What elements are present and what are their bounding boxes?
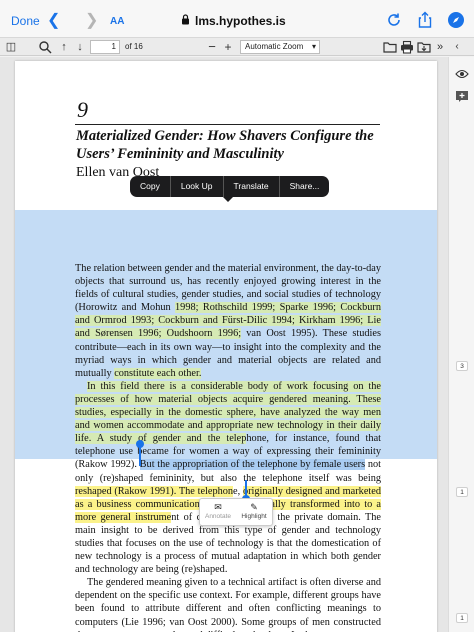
chapter-rule — [75, 124, 380, 125]
collapse-sidebar-icon[interactable]: ‹ — [450, 40, 464, 54]
selected-text[interactable]: But the appropriation of the telephone b… — [139, 459, 366, 471]
document-viewer[interactable]: 9 Materialized Gender: How Shavers Confi… — [0, 57, 448, 632]
paragraph: In this field there is a considerable bo… — [75, 380, 382, 576]
text-context-menu: Copy Look Up Translate Share... — [130, 176, 330, 202]
annotation-popup: ✉ Annotate ✎ Highlight — [199, 498, 273, 526]
open-file-icon[interactable] — [383, 40, 397, 54]
tools-menu-icon[interactable]: » — [433, 40, 447, 54]
selection-end-handle[interactable] — [242, 480, 250, 503]
highlight[interactable]: constitute each other. — [114, 367, 202, 379]
text-size-button[interactable]: AA — [110, 16, 124, 27]
share-icon[interactable] — [416, 11, 434, 29]
zoom-in-icon[interactable]: + — [221, 40, 235, 54]
next-page-icon[interactable]: ↓ — [73, 40, 87, 54]
print-icon[interactable] — [400, 40, 414, 54]
save-icon[interactable] — [417, 40, 431, 54]
done-button[interactable]: Done — [11, 14, 40, 28]
highlight[interactable]: reshaped (Rakow 1991). The telephon — [75, 485, 234, 497]
highlight-button[interactable]: ✎ Highlight — [236, 499, 272, 525]
back-button[interactable]: ❮ — [47, 10, 60, 30]
chapter-title: Materialized Gender: How Shavers Configu… — [76, 128, 374, 162]
copy-menu-item[interactable]: Copy — [130, 176, 171, 197]
annotation-count-badge[interactable]: 3 — [456, 361, 468, 371]
paragraph: The gendered meaning given to a technica… — [75, 577, 381, 632]
browser-toolbar: Done ❮ ❯ AA lms.hypothes.is — [0, 0, 474, 38]
previous-page-icon[interactable]: ↑ — [57, 40, 71, 54]
search-icon[interactable] — [38, 40, 52, 54]
annotate-button[interactable]: ✉ Annotate — [200, 499, 236, 525]
paragraph: The relation between gender and the mate… — [75, 263, 381, 379]
eye-icon[interactable] — [455, 68, 469, 80]
new-note-icon[interactable] — [455, 90, 469, 102]
body-text[interactable]: The relation between gender and the mate… — [75, 262, 381, 632]
pdf-toolbar: ◫ ↑ ↓ 1 of 16 − + Automatic Zoom » — [0, 38, 474, 56]
selection-start-handle[interactable] — [136, 440, 144, 466]
zoom-select[interactable]: Automatic Zoom — [240, 40, 320, 54]
page-number-input[interactable]: 1 — [90, 40, 120, 54]
annotation-count-badge[interactable]: 1 — [456, 487, 468, 497]
page-count: of 16 — [125, 42, 143, 51]
highlight-icon: ✎ — [250, 502, 258, 512]
translate-menu-item[interactable]: Translate — [224, 176, 280, 197]
pdf-page: 9 Materialized Gender: How Shavers Confi… — [15, 61, 437, 632]
compass-icon[interactable] — [447, 11, 465, 29]
share-menu-item[interactable]: Share... — [280, 176, 330, 197]
chapter-number: 9 — [77, 97, 88, 122]
sidebar-toggle-icon[interactable]: ◫ — [4, 40, 18, 54]
reload-icon[interactable] — [385, 11, 403, 29]
lock-icon — [182, 14, 189, 25]
zoom-out-icon[interactable]: − — [205, 40, 219, 54]
annotation-count-badge[interactable]: 1 — [456, 613, 468, 623]
annotate-icon: ✉ — [214, 502, 222, 512]
forward-button[interactable]: ❯ — [85, 10, 98, 30]
look-up-menu-item[interactable]: Look Up — [171, 176, 224, 197]
hypothesis-sidebar: 3 1 1 — [448, 57, 474, 632]
address-bar[interactable]: lms.hypothes.is — [195, 14, 286, 28]
